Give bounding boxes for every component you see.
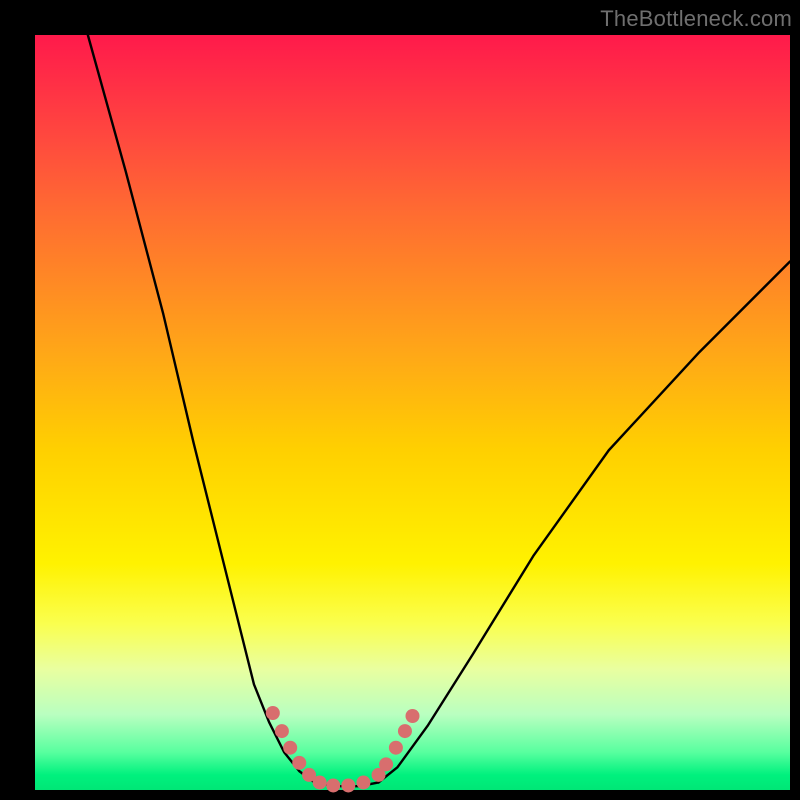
curve-lines [88,35,790,786]
chart-frame: TheBottleneck.com [0,0,800,800]
marker-dot [326,778,340,792]
marker-dot [389,741,403,755]
marker-dot [379,757,393,771]
marker-dot [406,709,420,723]
valley-markers [266,706,420,792]
marker-dot [341,778,355,792]
curve-svg [35,35,790,790]
marker-dot [356,775,370,789]
marker-dot [292,756,306,770]
plot-area [35,35,790,790]
marker-dot [283,741,297,755]
watermark-text: TheBottleneck.com [600,6,792,32]
marker-dot [313,775,327,789]
marker-dot [275,724,289,738]
series-right-branch [379,262,790,783]
marker-dot [398,724,412,738]
series-left-branch [88,35,315,782]
marker-dot [266,706,280,720]
